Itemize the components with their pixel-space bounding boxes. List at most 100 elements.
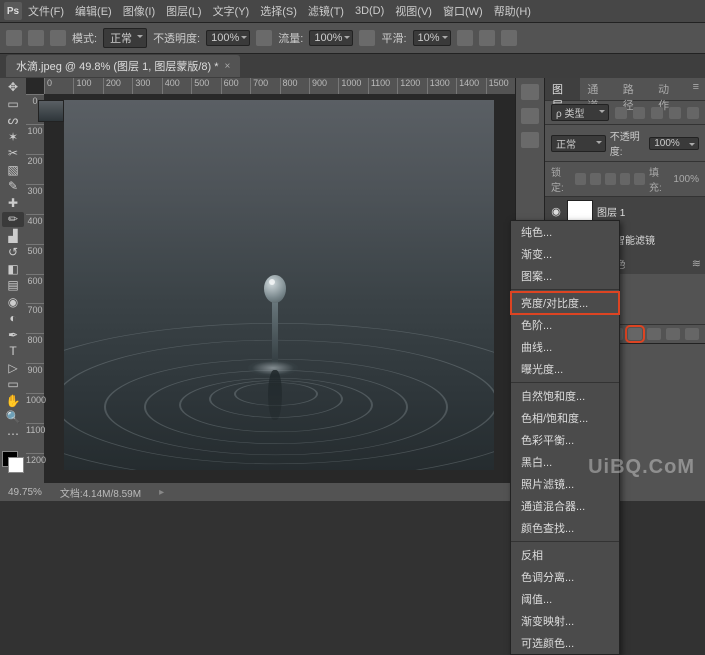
menu-hue-saturation[interactable]: 色相/饱和度... [511, 407, 619, 429]
pen-tool[interactable]: ✒ [2, 328, 24, 343]
filter-type-icon[interactable] [651, 107, 663, 119]
path-tool[interactable]: ▷ [2, 361, 24, 376]
airbrush-icon[interactable] [359, 30, 375, 46]
menu-channel-mixer[interactable]: 通道混合器... [511, 495, 619, 517]
history-brush-tool[interactable]: ↺ [2, 245, 24, 260]
layer-mask-thumbnail[interactable] [567, 200, 593, 222]
brush-preview-icon[interactable] [28, 30, 44, 46]
menu-view[interactable]: 视图(V) [390, 1, 437, 21]
close-icon[interactable]: × [225, 61, 231, 72]
lock-position-icon[interactable] [605, 173, 616, 185]
gradient-tool[interactable]: ▤ [2, 278, 24, 293]
menu-color-balance[interactable]: 色彩平衡... [511, 429, 619, 451]
menu-selective-color[interactable]: 可选颜色... [511, 632, 619, 654]
brush-tool[interactable]: ✏ [2, 212, 24, 227]
brush-preset-icon[interactable] [50, 30, 66, 46]
color-swatch[interactable] [5, 451, 21, 483]
menu-help[interactable]: 帮助(H) [489, 1, 536, 21]
filter-edit-icon[interactable]: ≋ [692, 257, 701, 270]
tab-paths[interactable]: 路径 [616, 78, 651, 100]
menu-gradient-map[interactable]: 渐变映射... [511, 610, 619, 632]
filter-shape-icon[interactable] [669, 107, 681, 119]
blend-mode-dropdown[interactable]: 正常 [103, 28, 147, 48]
type-tool[interactable]: T [2, 344, 24, 359]
zoom-level[interactable]: 49.75% [8, 487, 42, 498]
new-group-icon[interactable] [647, 328, 661, 340]
menu-gradient[interactable]: 渐变... [511, 243, 619, 265]
hand-tool[interactable]: ✋ [2, 394, 24, 409]
menu-threshold[interactable]: 阈值... [511, 588, 619, 610]
filter-adjust-icon[interactable] [633, 107, 645, 119]
visibility-icon[interactable]: ◉ [549, 205, 563, 218]
tool-preset-icon[interactable] [6, 30, 22, 46]
wand-tool[interactable]: ✶ [2, 130, 24, 145]
layer-blend-dropdown[interactable]: 正常 [551, 135, 606, 152]
canvas-area[interactable]: 0100200300400500600700800900100011001200… [26, 78, 515, 483]
tab-channels[interactable]: 通道 [580, 78, 615, 100]
marquee-tool[interactable]: ▭ [2, 97, 24, 112]
menu-pattern[interactable]: 图案... [511, 265, 619, 287]
flow-input[interactable]: 100% [309, 30, 353, 46]
eyedropper-tool[interactable]: ✎ [2, 179, 24, 194]
edit-toolbar[interactable]: ⋯ [2, 427, 24, 442]
lasso-tool[interactable]: ᔕ [2, 113, 24, 128]
tab-layers[interactable]: 图层 [545, 78, 580, 100]
crop-tool[interactable]: ✂ [2, 146, 24, 161]
filter-smart-icon[interactable] [687, 107, 699, 119]
menu-invert[interactable]: 反相 [511, 544, 619, 566]
menu-file[interactable]: 文件(F) [23, 1, 69, 21]
frame-tool[interactable]: ▧ [2, 163, 24, 178]
filter-image-icon[interactable] [615, 107, 627, 119]
document-tab[interactable]: 水滴.jpeg @ 49.8% (图层 1, 图层蒙版/8) * × [6, 55, 240, 77]
tab-actions[interactable]: 动作 [651, 78, 686, 100]
color-panel-icon[interactable] [521, 84, 539, 100]
panel-menu-icon[interactable]: ≡ [687, 78, 705, 100]
layer-filter-dropdown[interactable]: ρ 类型 [551, 104, 609, 121]
zoom-tool[interactable]: 🔍 [2, 410, 24, 425]
paragraph-panel-icon[interactable] [521, 132, 539, 148]
pressure-opacity-icon[interactable] [256, 30, 272, 46]
menu-3d[interactable]: 3D(D) [350, 3, 389, 19]
lock-pixels-icon[interactable] [590, 173, 601, 185]
menu-color-lookup[interactable]: 颜色查找... [511, 517, 619, 539]
symmetry-icon[interactable] [501, 30, 517, 46]
menu-solid-color[interactable]: 纯色... [511, 221, 619, 243]
move-tool[interactable]: ✥ [2, 80, 24, 95]
layer-name[interactable]: 智能滤镜 [615, 232, 655, 247]
menu-select[interactable]: 选择(S) [255, 1, 302, 21]
delete-layer-icon[interactable] [685, 328, 699, 340]
menu-edit[interactable]: 编辑(E) [70, 1, 117, 21]
menu-posterize[interactable]: 色调分离... [511, 566, 619, 588]
menu-exposure[interactable]: 曝光度... [511, 358, 619, 380]
menu-filter[interactable]: 滤镜(T) [303, 1, 349, 21]
lock-artboard-icon[interactable] [620, 173, 631, 185]
pressure-size-icon[interactable] [479, 30, 495, 46]
menu-image[interactable]: 图像(I) [118, 1, 160, 21]
menu-curves[interactable]: 曲线... [511, 336, 619, 358]
dodge-tool[interactable]: ◐ [2, 311, 24, 326]
character-panel-icon[interactable] [521, 108, 539, 124]
layer-name[interactable]: 图层 1 [597, 204, 625, 219]
heal-tool[interactable]: ✚ [2, 196, 24, 211]
lock-all-icon[interactable] [634, 173, 645, 185]
smooth-gear-icon[interactable] [457, 30, 473, 46]
menu-vibrance[interactable]: 自然饱和度... [511, 385, 619, 407]
lock-transparent-icon[interactable] [575, 173, 586, 185]
adjustment-layer-icon[interactable] [628, 328, 642, 340]
eraser-tool[interactable]: ◧ [2, 262, 24, 277]
smooth-input[interactable]: 10% [413, 30, 451, 46]
new-layer-icon[interactable] [666, 328, 680, 340]
menu-layer[interactable]: 图层(L) [161, 1, 206, 21]
menu-brightness-contrast[interactable]: 亮度/对比度... [511, 292, 619, 314]
opacity-input[interactable]: 100% [206, 30, 250, 46]
menu-type[interactable]: 文字(Y) [208, 1, 255, 21]
doc-info[interactable]: 文档:4.14M/8.59M [60, 485, 141, 500]
background-color[interactable] [8, 457, 24, 473]
menu-levels[interactable]: 色阶... [511, 314, 619, 336]
stamp-tool[interactable]: ▟ [2, 229, 24, 244]
blur-tool[interactable]: ◉ [2, 295, 24, 310]
fill-value[interactable]: 100% [673, 174, 699, 185]
shape-tool[interactable]: ▭ [2, 377, 24, 392]
layer-opacity-input[interactable]: 100% [649, 137, 699, 150]
menu-window[interactable]: 窗口(W) [438, 1, 488, 21]
